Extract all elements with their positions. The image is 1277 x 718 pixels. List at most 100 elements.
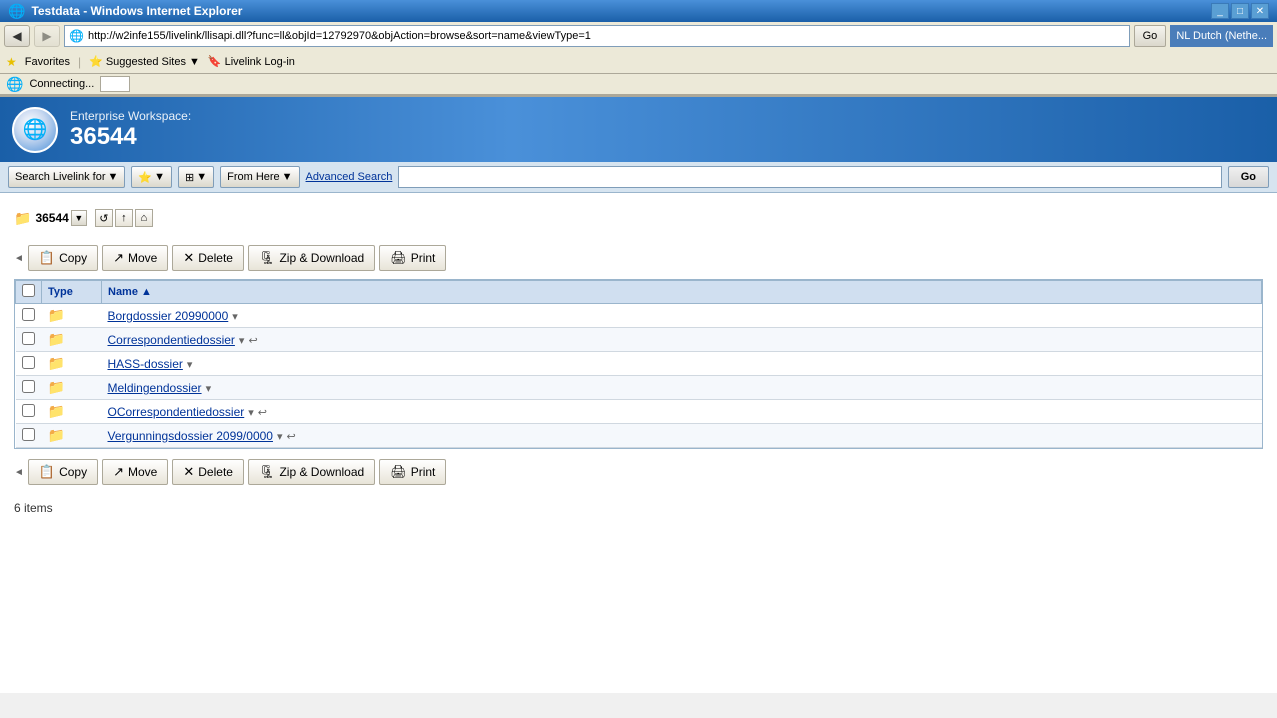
row-checkbox[interactable] bbox=[22, 404, 35, 417]
info-icon[interactable]: ▾ bbox=[239, 335, 245, 347]
type-col-header[interactable]: Type bbox=[42, 281, 102, 304]
back-button[interactable]: ◀ bbox=[4, 25, 30, 47]
copy-label-top: Copy bbox=[59, 251, 87, 265]
print-icon-top: 🖨 bbox=[390, 250, 407, 266]
move-label-top: Move bbox=[128, 251, 157, 265]
favorites-bar: ★ Favorites | ⭐ Suggested Sites ▼ 🔖 Live… bbox=[0, 50, 1277, 74]
print-button-bottom[interactable]: 🖨 Print bbox=[379, 459, 446, 485]
info-icon[interactable]: ▾ bbox=[248, 407, 254, 419]
expand-arrow-icon[interactable]: ↩ bbox=[287, 431, 296, 443]
advanced-search-link[interactable]: Advanced Search bbox=[306, 171, 393, 183]
window-controls[interactable]: _ □ ✕ bbox=[1211, 3, 1269, 19]
address-icon: 🌐 bbox=[69, 29, 84, 43]
folder-refresh-btn[interactable]: ↺ bbox=[95, 209, 113, 227]
expand-arrow-icon[interactable]: ↩ bbox=[248, 335, 257, 347]
file-row-link[interactable]: OCorrespondentiedossier bbox=[108, 405, 245, 419]
row-checkbox[interactable] bbox=[22, 380, 35, 393]
zip-download-button-top[interactable]: 🗜 Zip & Download bbox=[248, 245, 375, 271]
folder-nav-bar: 📁 36544 ▼ ↺ ↑ ⌂ bbox=[14, 203, 1263, 233]
file-row-link[interactable]: Borgdossier 20990000 bbox=[108, 309, 229, 323]
table-row: 📁HASS-dossier▾ bbox=[16, 352, 1262, 376]
folder-type-icon: 📁 bbox=[48, 379, 65, 395]
table-row: 📁 Vergunningsdossier 2099/0000 ▾ ↩ bbox=[16, 424, 1262, 448]
type-col-link[interactable]: Type bbox=[48, 286, 73, 298]
from-here-btn[interactable]: From Here ▼ bbox=[220, 166, 299, 188]
move-button-bottom[interactable]: ↗ Move bbox=[102, 459, 168, 485]
favorites-link[interactable]: Favorites bbox=[25, 56, 70, 68]
file-row-link[interactable]: HASS-dossier bbox=[108, 357, 183, 371]
delete-button-bottom[interactable]: ✕ Delete bbox=[172, 459, 244, 485]
search-go-button[interactable]: Go bbox=[1228, 166, 1269, 188]
minimize-button[interactable]: _ bbox=[1211, 3, 1229, 19]
select-all-checkbox[interactable] bbox=[22, 284, 35, 297]
search-bar: Search Livelink for ▼ ⭐ ▼ ⊞ ▼ From Here … bbox=[0, 162, 1277, 193]
folder-home-btn[interactable]: ⌂ bbox=[135, 209, 153, 227]
folder-type-icon: 📁 bbox=[48, 307, 65, 323]
search-filter-btn2[interactable]: ⊞ ▼ bbox=[178, 166, 214, 188]
file-row-link[interactable]: Meldingendossier bbox=[108, 381, 202, 395]
row-checkbox[interactable] bbox=[22, 356, 35, 369]
logo-icon: 🌐 bbox=[23, 117, 48, 142]
move-button-top[interactable]: ↗ Move bbox=[102, 245, 168, 271]
go-button[interactable]: Go bbox=[1134, 25, 1167, 47]
from-here-arrow: ▼ bbox=[282, 171, 293, 183]
enterprise-subtitle: Enterprise Workspace: bbox=[70, 109, 191, 123]
info-icon[interactable]: ▾ bbox=[277, 431, 283, 443]
favorites-sep: | bbox=[78, 55, 81, 69]
info-icon[interactable]: ▾ bbox=[206, 383, 212, 395]
zip-icon-top: 🗜 bbox=[259, 250, 276, 266]
print-button-top[interactable]: 🖨 Print bbox=[379, 245, 446, 271]
search-input[interactable] bbox=[398, 166, 1221, 188]
row-checkbox[interactable] bbox=[22, 428, 35, 441]
zip-icon-bottom: 🗜 bbox=[259, 464, 276, 480]
suggested-sites-link[interactable]: ⭐ Suggested Sites ▼ bbox=[89, 55, 200, 68]
address-text: http://w2infe155/livelink/llisapi.dll?fu… bbox=[88, 30, 1125, 42]
print-label-bottom: Print bbox=[411, 465, 436, 479]
folder-parent-btn[interactable]: ↑ bbox=[115, 209, 133, 227]
title-bar: 🌐 Testdata - Windows Internet Explorer _… bbox=[0, 0, 1277, 22]
enterprise-workspace-id: 36544 bbox=[70, 123, 191, 151]
zip-download-button-bottom[interactable]: 🗜 Zip & Download bbox=[248, 459, 375, 485]
select-all-header[interactable] bbox=[16, 281, 42, 304]
name-col-header[interactable]: Name ▲ bbox=[102, 281, 1262, 304]
folder-dropdown-btn[interactable]: ▼ bbox=[71, 210, 87, 226]
name-col-link[interactable]: Name ▲ bbox=[108, 286, 152, 298]
items-count: 6 items bbox=[14, 493, 1263, 523]
ie-icon: 🌐 bbox=[8, 3, 25, 20]
forward-button[interactable]: ▶ bbox=[34, 25, 60, 47]
maximize-button[interactable]: □ bbox=[1231, 3, 1249, 19]
file-table-wrap: Type Name ▲ 📁Borgdossier 20990000▾📁Corre… bbox=[14, 279, 1263, 449]
table-row: 📁 Meldingendossier ▾ bbox=[16, 376, 1262, 400]
folder-type-icon: 📁 bbox=[48, 403, 65, 419]
move-icon-top: ↗ bbox=[113, 250, 124, 266]
folder-type-icon: 📁 bbox=[48, 427, 65, 443]
file-row-link[interactable]: Vergunningsdossier 2099/0000 bbox=[108, 429, 273, 443]
zip-download-label-bottom: Zip & Download bbox=[279, 465, 364, 479]
livelink-login-link[interactable]: 🔖 Livelink Log-in bbox=[208, 55, 295, 68]
address-bar[interactable]: 🌐 http://w2infe155/livelink/llisapi.dll?… bbox=[64, 25, 1130, 47]
filter2-arrow: ▼ bbox=[196, 171, 207, 183]
window-title: Testdata - Windows Internet Explorer bbox=[31, 4, 242, 18]
search-label-btn[interactable]: Search Livelink for ▼ bbox=[8, 166, 125, 188]
move-label-bottom: Move bbox=[128, 465, 157, 479]
file-row-link[interactable]: Correspondentiedossier bbox=[108, 333, 235, 347]
copy-button-top[interactable]: 📋 Copy bbox=[28, 245, 98, 271]
suggested-sites-label: Suggested Sites ▼ bbox=[106, 56, 200, 68]
toolbar-top-expand[interactable]: ◄ bbox=[14, 253, 24, 264]
enterprise-title-wrap: Enterprise Workspace: 36544 bbox=[70, 109, 191, 151]
expand-arrow-icon[interactable]: ↩ bbox=[258, 407, 267, 419]
close-button[interactable]: ✕ bbox=[1251, 3, 1269, 19]
livelink-login-icon: 🔖 bbox=[208, 55, 222, 68]
search-label-text: Search Livelink for bbox=[15, 171, 106, 183]
info-icon[interactable]: ▾ bbox=[187, 359, 193, 371]
main-content: 📁 36544 ▼ ↺ ↑ ⌂ ◄ 📋 Copy ↗ Move ✕ Delete… bbox=[0, 193, 1277, 693]
info-icon[interactable]: ▾ bbox=[232, 311, 238, 323]
row-checkbox[interactable] bbox=[22, 308, 35, 321]
toolbar-bottom-expand[interactable]: ◄ bbox=[14, 467, 24, 478]
row-checkbox[interactable] bbox=[22, 332, 35, 345]
delete-icon-bottom: ✕ bbox=[183, 464, 194, 480]
toolbar-bottom: ◄ 📋 Copy ↗ Move ✕ Delete 🗜 Zip & Downloa… bbox=[14, 455, 1263, 489]
search-filter-btn1[interactable]: ⭐ ▼ bbox=[131, 166, 172, 188]
delete-button-top[interactable]: ✕ Delete bbox=[172, 245, 244, 271]
copy-button-bottom[interactable]: 📋 Copy bbox=[28, 459, 98, 485]
